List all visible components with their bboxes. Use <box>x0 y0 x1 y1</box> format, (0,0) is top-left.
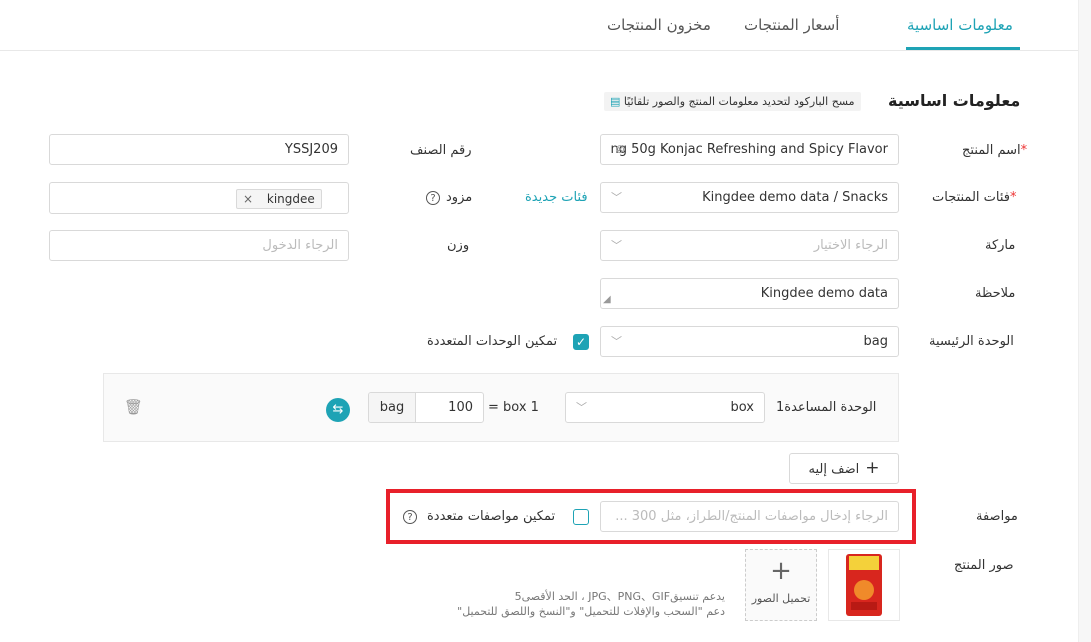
tab-product-prices[interactable]: أسعار المنتجات <box>744 16 839 34</box>
multi-unit-checkbox[interactable]: ✓ <box>573 334 589 350</box>
main-unit-label: الوحدة الرئيسية <box>929 334 1014 349</box>
supplier-tag: kingdee × <box>236 189 322 209</box>
upload-image-label: تحميل الصور <box>751 592 811 605</box>
tab-basic-info[interactable]: معلومات اساسية <box>907 16 1013 34</box>
item-number-label: رقم الصنف <box>410 143 472 158</box>
chevron-down-icon: ﹀ <box>576 401 587 414</box>
resize-handle-icon[interactable]: ◢ <box>603 285 611 308</box>
active-tab-indicator <box>906 47 1020 50</box>
close-icon[interactable]: × <box>243 192 253 206</box>
category-label: فئات المنتجات* <box>932 190 1017 205</box>
add-unit-label: اضف إليه <box>808 462 860 477</box>
check-icon: ✓ <box>575 335 587 349</box>
chevron-down-icon: ﹀ <box>611 239 622 252</box>
section-title: معلومات اساسية <box>888 91 1021 110</box>
brand-label: ماركة <box>985 238 1016 253</box>
barcode-scan-label: مسح الباركود لتحديد معلومات المنتج والصو… <box>623 95 855 108</box>
category-select[interactable]: Kingdee demo data / Snacks ﹀ <box>600 182 899 213</box>
help-icon[interactable]: ? <box>426 191 440 205</box>
scrollbar[interactable] <box>1078 0 1091 642</box>
supplier-label: مزود <box>446 190 473 205</box>
brand-select[interactable]: الرجاء الاختيار ﹀ <box>600 230 899 261</box>
add-unit-button[interactable]: + اضف إليه <box>789 453 899 484</box>
tab-bar: معلومات اساسية أسعار المنتجات مخزون المن… <box>0 0 1078 51</box>
aux-unit-equation: = box 1 <box>488 400 539 415</box>
weight-input[interactable]: الرجاء الدخول <box>49 230 349 261</box>
tab-product-inventory[interactable]: مخزون المنتجات <box>607 16 711 34</box>
upload-format-hint: يدعم تنسيقJPG、PNG、GIF ، الحد الأقصى5 <box>514 590 725 603</box>
clear-icon[interactable]: ⊗ <box>615 135 625 164</box>
chevron-down-icon: ﹀ <box>611 191 622 204</box>
barcode-icon: ▤ <box>610 95 621 108</box>
product-image-snack <box>846 554 882 616</box>
aux-unit-qty-input[interactable]: 100 <box>448 393 473 422</box>
upload-image-button[interactable]: + تحميل الصور <box>745 549 817 621</box>
weight-label: وزن <box>447 238 470 253</box>
product-name-label: اسم المنتج* <box>962 143 1028 158</box>
images-label: صور المنتج <box>954 558 1014 573</box>
aux-unit-unit-addon: bag <box>369 393 416 422</box>
note-label: ملاحظة <box>975 286 1016 301</box>
multi-unit-label: تمكين الوحدات المتعددة <box>427 334 558 349</box>
swap-icon[interactable]: ⇆ <box>326 398 350 422</box>
product-image-thumbnail[interactable] <box>828 549 900 621</box>
supplier-input[interactable]: kingdee × <box>49 182 349 214</box>
chevron-down-icon: ﹀ <box>611 335 622 348</box>
note-textarea[interactable]: Kingdee demo data ◢ <box>600 278 899 309</box>
aux-unit-select[interactable]: box ﹀ <box>565 392 765 423</box>
aux-unit-label: الوحدة المساعدة1 <box>776 400 877 415</box>
upload-method-hint: دعم "السحب والإفلات للتحميل" و"النسخ وال… <box>457 605 725 618</box>
trash-icon[interactable]: 🗑 <box>124 398 143 416</box>
plus-icon: + <box>865 458 880 478</box>
main-unit-select[interactable]: bag ﹀ <box>600 326 899 357</box>
item-number-input[interactable]: YSSJ209 <box>49 134 349 165</box>
spec-label: مواصفة <box>976 509 1018 524</box>
barcode-scan-button[interactable]: ▤ مسح الباركود لتحديد معلومات المنتج وال… <box>604 92 861 111</box>
aux-unit-qty-group: 100 bag <box>368 392 484 423</box>
highlight-box <box>386 489 916 544</box>
product-name-input[interactable]: ng 50g Konjac Refreshing and Spicy Flavo… <box>600 134 899 165</box>
new-category-link[interactable]: فئات جديدة <box>525 190 588 205</box>
plus-icon: + <box>770 556 792 586</box>
